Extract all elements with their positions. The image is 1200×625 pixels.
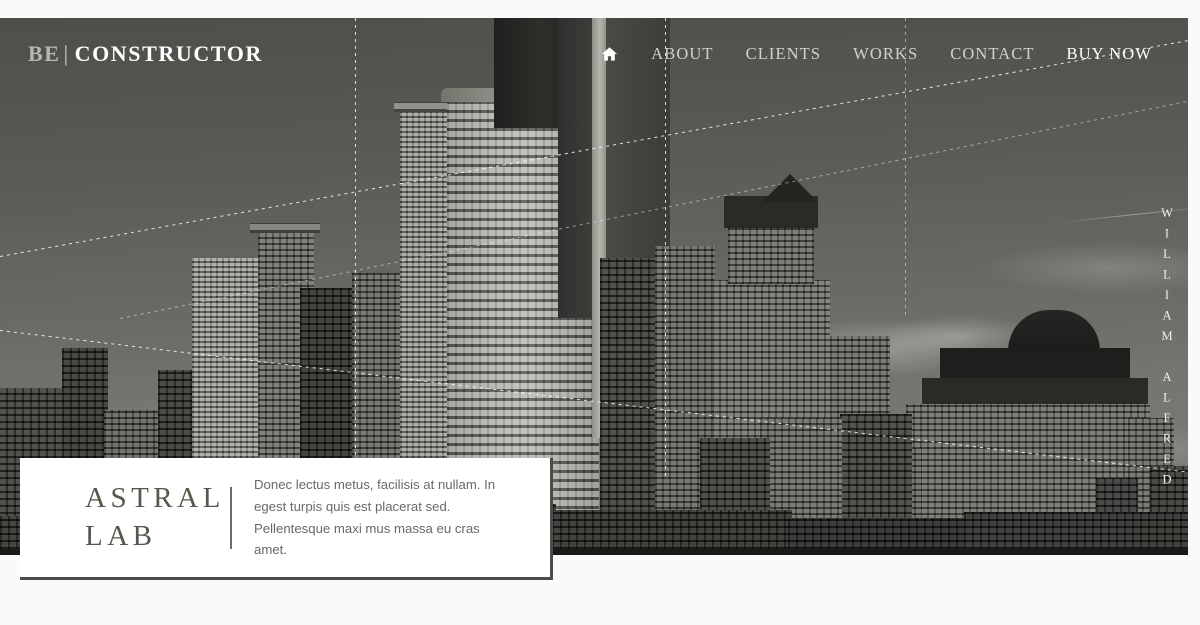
caption-card-body: Donec lectus metus, facilisis at nullam.… [254,476,496,558]
caption-card-divider [230,486,232,549]
nav-item-clients[interactable]: CLIENTS [746,44,822,64]
nav-item-about[interactable]: ABOUT [651,44,713,64]
home-icon[interactable] [599,44,619,64]
brand-name: CONSTRUCTOR [74,41,263,66]
site-header: BE | CONSTRUCTOR ABOUT CLIENTS WORKS CONTA… [0,18,1188,90]
nav-item-contact[interactable]: CONTACT [950,44,1034,64]
brand-logo[interactable]: BE | CONSTRUCTOR [28,41,263,67]
nav-item-works[interactable]: WORKS [853,44,918,64]
hero-vertical-name: WILLIAM ALFRED [1160,206,1174,493]
caption-card-title: ASTRAL LAB [85,481,225,552]
page-root: WILLIAM ALFRED BE | CONSTRUCTOR ABOUT CLIE… [0,0,1200,625]
caption-card: ASTRAL LAB Donec lectus metus, facilisis… [20,458,553,580]
nav-item-buy-now[interactable]: BUY NOW [1067,44,1152,64]
brand-prefix: BE [28,41,61,66]
brand-separator: | [63,41,70,66]
main-navigation: ABOUT CLIENTS WORKS CONTACT BUY NOW [599,44,1152,64]
